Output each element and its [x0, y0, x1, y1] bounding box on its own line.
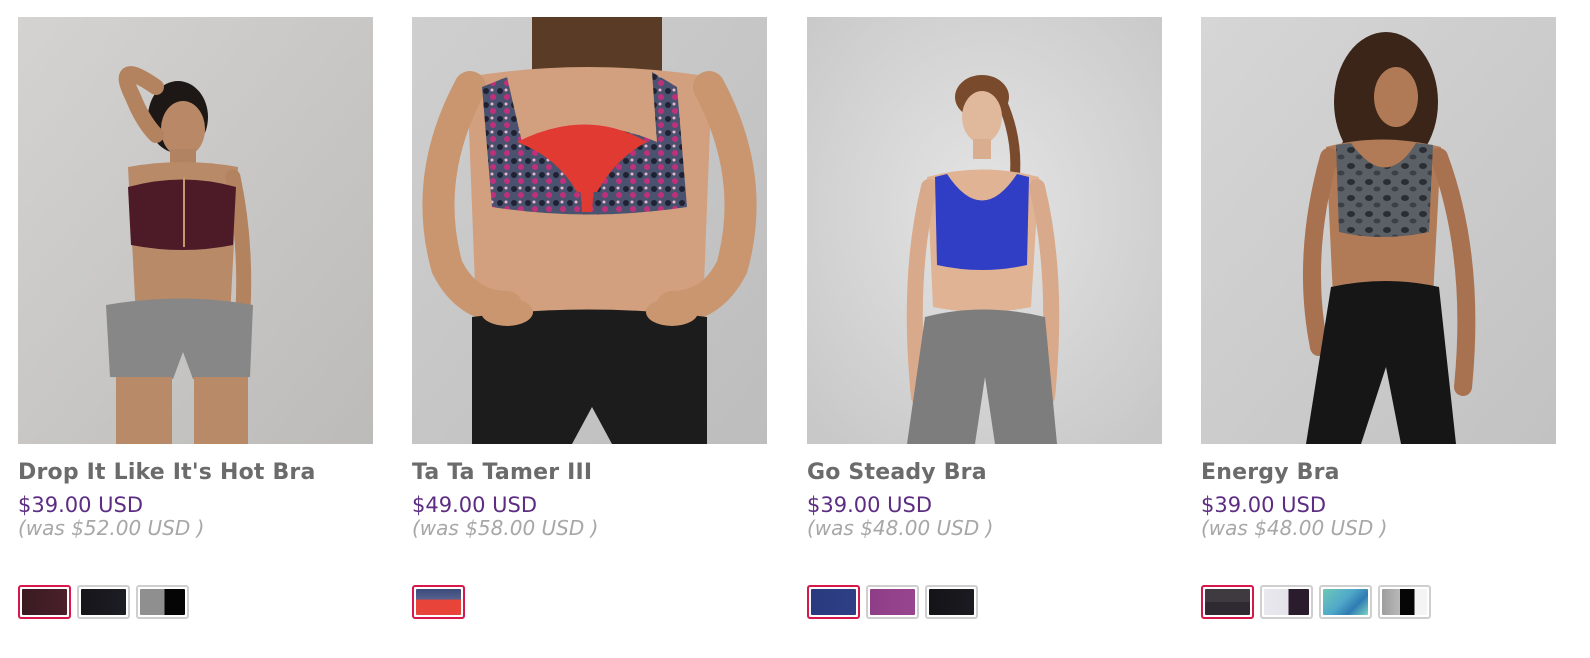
color-swatch[interactable] [866, 585, 919, 619]
color-swatch[interactable] [1201, 585, 1254, 619]
swatch-fill [929, 589, 974, 615]
product-price: $49.00 USD [412, 493, 538, 517]
color-swatch[interactable] [807, 585, 860, 619]
product-was-price: (was $48.00 USD ) [807, 516, 994, 540]
color-swatches [412, 585, 465, 619]
color-swatch[interactable] [136, 585, 189, 619]
product-was-price: (was $52.00 USD ) [18, 516, 205, 540]
color-swatches [1201, 585, 1431, 619]
product-image-link[interactable] [1201, 17, 1556, 444]
color-swatch[interactable] [925, 585, 978, 619]
color-swatch[interactable] [77, 585, 130, 619]
product-was-price: (was $48.00 USD ) [1201, 516, 1388, 540]
product-price: $39.00 USD [1201, 493, 1327, 517]
product-name[interactable]: Go Steady Bra [807, 460, 987, 485]
swatch-fill [1205, 589, 1250, 615]
color-swatch[interactable] [1378, 585, 1431, 619]
swatch-fill [870, 589, 915, 615]
color-swatch[interactable] [1319, 585, 1372, 619]
product-card: Energy Bra $39.00 USD (was $48.00 USD ) [1201, 17, 1556, 637]
product-card: Ta Ta Tamer III $49.00 USD (was $58.00 U… [412, 17, 767, 637]
product-card: Drop It Like It's Hot Bra $39.00 USD (wa… [18, 17, 373, 637]
product-photo [412, 17, 767, 444]
swatch-fill [1382, 589, 1427, 615]
product-was-price: (was $58.00 USD ) [412, 516, 599, 540]
product-price: $39.00 USD [807, 493, 933, 517]
product-photo [18, 17, 373, 444]
product-price: $39.00 USD [18, 493, 144, 517]
product-photo [807, 17, 1162, 444]
product-image-link[interactable] [18, 17, 373, 444]
product-name[interactable]: Drop It Like It's Hot Bra [18, 460, 316, 485]
color-swatch[interactable] [18, 585, 71, 619]
product-name[interactable]: Energy Bra [1201, 460, 1340, 485]
product-image-link[interactable] [807, 17, 1162, 444]
product-photo [1201, 17, 1556, 444]
swatch-fill [1264, 589, 1309, 615]
swatch-fill [140, 589, 185, 615]
color-swatch[interactable] [1260, 585, 1313, 619]
product-name[interactable]: Ta Ta Tamer III [412, 460, 592, 485]
color-swatches [18, 585, 189, 619]
product-card: Go Steady Bra $39.00 USD (was $48.00 USD… [807, 17, 1162, 637]
swatch-fill [811, 589, 856, 615]
swatch-fill [416, 589, 461, 615]
swatch-fill [1323, 589, 1368, 615]
color-swatches [807, 585, 978, 619]
swatch-fill [22, 589, 67, 615]
swatch-fill [81, 589, 126, 615]
product-grid: Drop It Like It's Hot Bra $39.00 USD (wa… [18, 17, 1572, 637]
product-image-link[interactable] [412, 17, 767, 444]
color-swatch[interactable] [412, 585, 465, 619]
